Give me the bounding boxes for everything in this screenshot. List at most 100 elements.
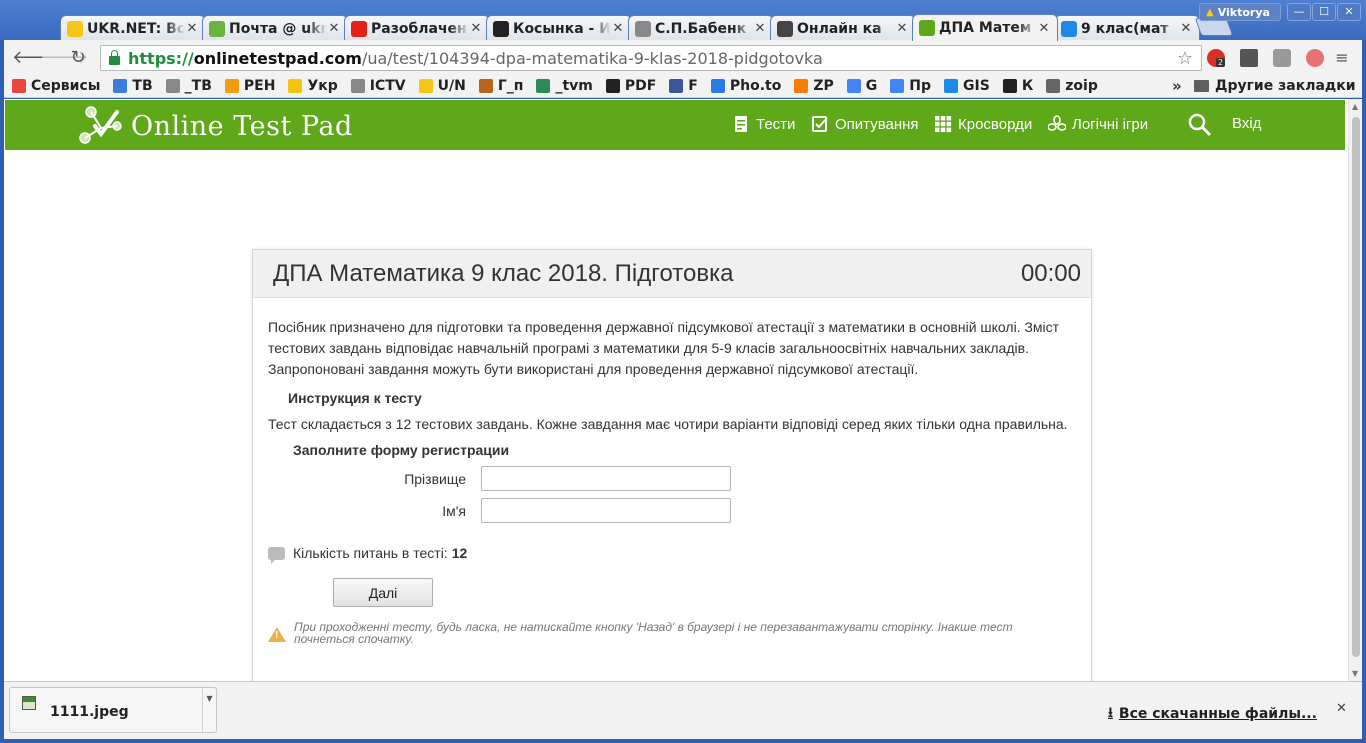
close-icon[interactable]: ✕ bbox=[1336, 701, 1347, 716]
bookmark-label: zoip bbox=[1065, 78, 1098, 94]
bookmark-item[interactable]: PDF bbox=[605, 78, 656, 94]
page-viewport: Online Test Pad Тести Опитування Кросвор… bbox=[4, 99, 1348, 681]
name-label: Ім'я bbox=[442, 502, 466, 519]
tab-title: С.П.Бабенк bbox=[655, 20, 747, 37]
bookmark-item[interactable]: Г_п bbox=[478, 78, 523, 94]
reload-button[interactable]: ↻ bbox=[68, 48, 88, 68]
bookmark-item[interactable]: ТВ bbox=[113, 78, 153, 94]
bookmark-icon bbox=[1046, 79, 1061, 93]
all-downloads-link[interactable]: ⭳ Все скачанные файлы... bbox=[1108, 702, 1317, 726]
close-window-button[interactable]: ✕ bbox=[1337, 3, 1361, 21]
test-card: ДПА Математика 9 клас 2018. Підготовка 0… bbox=[252, 249, 1092, 681]
bookmark-item[interactable]: Пр bbox=[890, 78, 931, 94]
tab-4[interactable]: Косынка - И ✕ bbox=[486, 15, 632, 41]
extension-user-icon[interactable] bbox=[1273, 49, 1291, 67]
bookmark-item[interactable]: GIS bbox=[944, 78, 990, 94]
logo-text: Online Test Pad bbox=[131, 110, 353, 142]
bookmark-item[interactable]: U/N bbox=[418, 78, 466, 94]
profile-name: Viktorya bbox=[1217, 5, 1270, 19]
all-downloads-label: Все скачанные файлы... bbox=[1118, 706, 1317, 722]
bookmark-item[interactable]: ZP bbox=[794, 78, 834, 94]
tab-6[interactable]: Онлайн ка ✕ bbox=[770, 15, 916, 41]
bookmark-label: _ТВ bbox=[184, 78, 212, 94]
scroll-up-icon[interactable]: ▲ bbox=[1352, 102, 1358, 111]
calculator-icon bbox=[777, 20, 793, 37]
bookmark-item[interactable]: РЕН bbox=[224, 78, 275, 94]
download-item[interactable]: 1111.jpeg ▼ bbox=[9, 687, 217, 733]
other-bookmarks[interactable]: Другие закладки bbox=[1194, 78, 1356, 94]
nav-tests[interactable]: Тести bbox=[732, 115, 795, 133]
question-count: Кількість питань в тесті: 12 bbox=[268, 545, 1076, 564]
bookmark-item[interactable]: _tvm bbox=[536, 78, 593, 94]
tab-3[interactable]: Разоблачен ✕ bbox=[344, 15, 490, 41]
forward-button[interactable]: 🡒 bbox=[40, 48, 88, 68]
maximize-button[interactable]: ☐ bbox=[1312, 3, 1336, 21]
back-button[interactable]: 🡐 bbox=[12, 48, 60, 68]
bookmarks-overflow-button[interactable]: » bbox=[1172, 77, 1182, 95]
tab-1[interactable]: UKR.NET: Вс ✕ bbox=[60, 15, 206, 41]
bookmark-star-icon[interactable]: ☆ bbox=[1177, 48, 1193, 69]
tab-7[interactable]: ДПА Матем ✕ bbox=[912, 14, 1058, 41]
nav-logic-games[interactable]: Логічні ігри bbox=[1048, 115, 1148, 133]
profile-button[interactable]: ▲ Viktorya bbox=[1199, 3, 1281, 21]
page-title: ДПА Математика 9 клас 2018. Підготовка bbox=[273, 260, 734, 287]
vertical-scrollbar[interactable]: ▲ ▼ bbox=[1348, 99, 1362, 681]
surname-input[interactable] bbox=[481, 466, 731, 491]
bookmark-label: Укр bbox=[307, 78, 338, 94]
tab-close-icon[interactable]: ✕ bbox=[1037, 21, 1051, 36]
nav-crosswords[interactable]: Кросворди bbox=[934, 115, 1032, 133]
chevron-down-icon[interactable]: ▼ bbox=[202, 688, 216, 732]
tab-close-icon[interactable]: ✕ bbox=[753, 21, 767, 36]
tab-close-icon[interactable]: ✕ bbox=[1179, 21, 1193, 36]
bookmark-item[interactable]: G bbox=[846, 78, 877, 94]
scrollbar-thumb[interactable] bbox=[1352, 117, 1360, 657]
bookmark-item[interactable]: Сервисы bbox=[12, 78, 100, 94]
question-count-label: Кількість питань в тесті: bbox=[293, 545, 448, 561]
tab-title: ДПА Матем bbox=[939, 20, 1032, 36]
site-logo[interactable]: Online Test Pad bbox=[77, 104, 353, 148]
extension-opera-icon[interactable]: 2 bbox=[1207, 49, 1226, 67]
tab-close-icon[interactable]: ✕ bbox=[469, 21, 483, 36]
name-input[interactable] bbox=[481, 498, 731, 523]
scroll-down-icon[interactable]: ▼ bbox=[1352, 669, 1358, 678]
bookmark-item[interactable]: F bbox=[669, 78, 698, 94]
bookmark-item[interactable]: zoip bbox=[1046, 78, 1098, 94]
tab-close-icon[interactable]: ✕ bbox=[185, 21, 199, 36]
browser-window: UKR.NET: Вс ✕ Почта @ ukr ✕ Разоблачен ✕ Косын… bbox=[0, 0, 1366, 743]
bookmark-label: К bbox=[1021, 78, 1034, 94]
minimize-button[interactable]: — bbox=[1287, 3, 1311, 21]
bookmark-icon bbox=[605, 79, 620, 93]
bookmark-item[interactable]: Pho.to bbox=[710, 78, 782, 94]
tab-5[interactable]: С.П.Бабенк ✕ bbox=[628, 15, 774, 41]
tab-2[interactable]: Почта @ ukr ✕ bbox=[202, 15, 348, 41]
bookmark-item[interactable]: _ТВ bbox=[165, 78, 212, 94]
test-header: ДПА Математика 9 клас 2018. Підготовка 0… bbox=[253, 250, 1091, 298]
comment-icon bbox=[268, 546, 285, 564]
bookmark-icon bbox=[350, 79, 365, 93]
tab-title: 9 клас(мат bbox=[1081, 20, 1169, 37]
bookmark-item[interactable]: ICTV bbox=[350, 78, 406, 94]
bookmark-item[interactable]: Укр bbox=[288, 78, 338, 94]
login-link[interactable]: Вхід bbox=[1232, 115, 1261, 132]
extension-screen-icon[interactable] bbox=[1240, 49, 1258, 67]
bookmark-item[interactable]: К bbox=[1002, 78, 1034, 94]
surname-label: Прізвище bbox=[404, 470, 466, 487]
search-icon[interactable] bbox=[1188, 113, 1212, 137]
tab-title: Почта @ ukr bbox=[229, 20, 327, 37]
next-button[interactable]: Далі bbox=[333, 578, 433, 607]
nav-logic-games-label: Логічні ігри bbox=[1072, 115, 1149, 133]
nav-surveys[interactable]: Опитування bbox=[811, 115, 919, 133]
menu-icon[interactable]: ≡ bbox=[1332, 48, 1352, 68]
url-scheme: https:// bbox=[128, 48, 194, 68]
other-bookmarks-label: Другие закладки bbox=[1215, 78, 1356, 94]
extension-shield-icon[interactable] bbox=[1306, 49, 1324, 67]
bookmark-label: Pho.to bbox=[729, 78, 782, 94]
tab-close-icon[interactable]: ✕ bbox=[327, 21, 341, 36]
tab-8[interactable]: 9 клас(мат ✕ bbox=[1054, 15, 1200, 41]
registration-heading: Заполните форму регистрации bbox=[293, 442, 510, 458]
warning-icon: ! bbox=[268, 627, 286, 642]
address-bar[interactable]: https:// onlinetestpad.com /ua/test/1043… bbox=[100, 45, 1202, 71]
tab-close-icon[interactable]: ✕ bbox=[611, 21, 625, 36]
warning-icon: ▲ bbox=[1206, 6, 1214, 18]
tab-close-icon[interactable]: ✕ bbox=[895, 21, 909, 36]
